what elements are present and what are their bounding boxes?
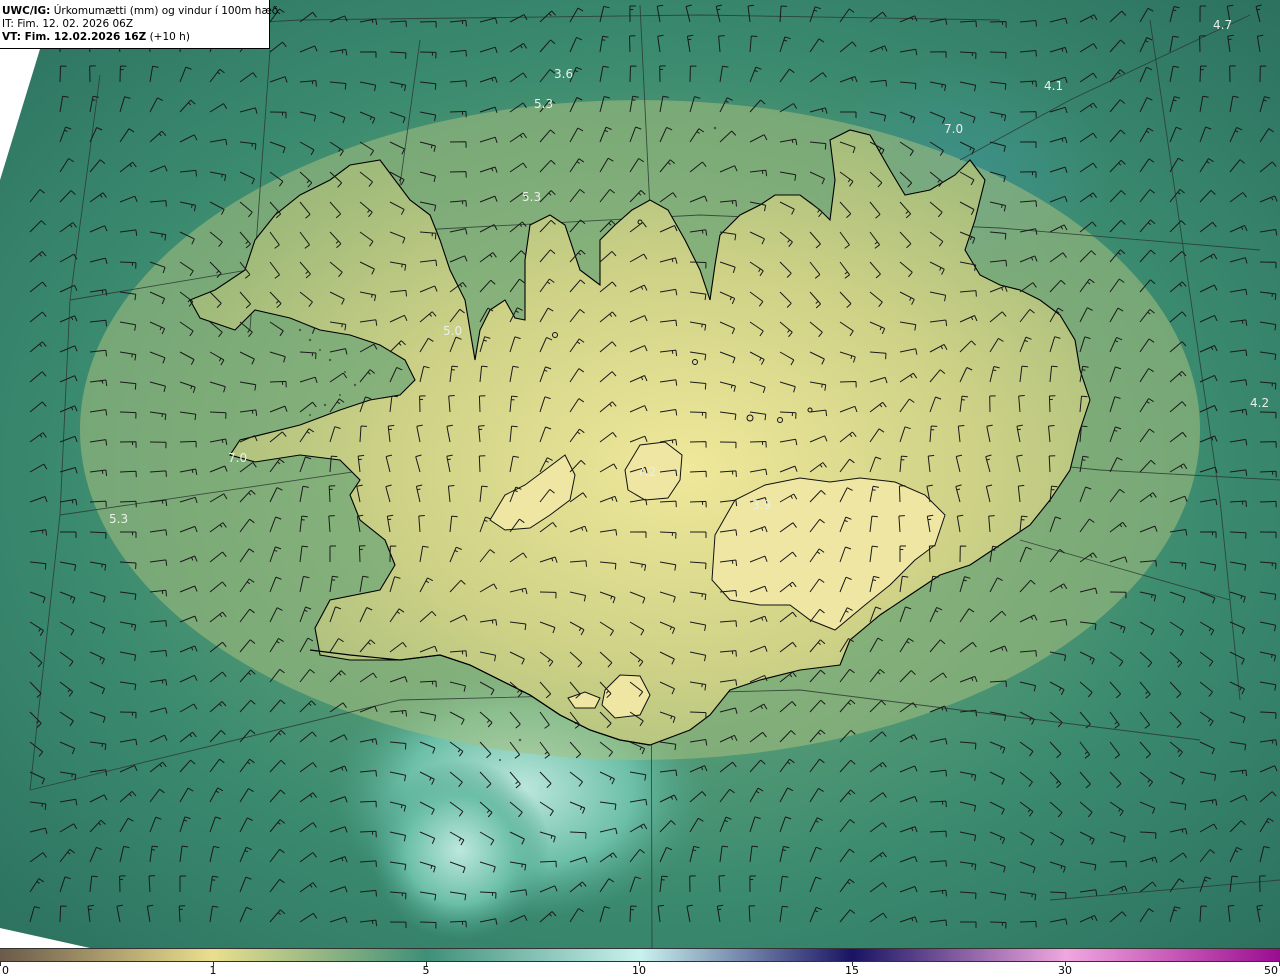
- colorbar-label: 15: [845, 964, 859, 977]
- init-time: IT: Fim. 12. 02. 2026 06Z: [2, 18, 134, 30]
- colorbar-tick: [0, 962, 1, 966]
- forecast-offset: (+10 h): [149, 31, 190, 43]
- valid-time: VT: Fim. 12.02.2026 16Z: [2, 31, 147, 43]
- value-label: 7.0: [228, 451, 247, 465]
- colorbar-label: 0: [2, 964, 9, 977]
- map-info-box: UWC/IG: Úrkomumætti (mm) og vindur í 100…: [0, 0, 278, 49]
- colorbar-label: 5: [422, 964, 430, 977]
- value-label: 7.0: [944, 122, 963, 136]
- title-line: UWC/IG: Úrkomumætti (mm) og vindur í 100…: [2, 5, 278, 18]
- low-precip-sea-area-core: [370, 760, 550, 940]
- value-label: 3.6: [554, 67, 573, 81]
- colorbar-label: 30: [1058, 964, 1072, 977]
- colorbar-label: 10: [632, 964, 646, 977]
- value-label: 4.7: [1213, 18, 1232, 32]
- value-label: 4.2: [1250, 396, 1269, 410]
- value-label: 5.3: [522, 190, 541, 204]
- value-label: 3.9: [752, 498, 771, 512]
- valid-time-line: VT: Fim. 12.02.2026 16Z (+10 h): [2, 31, 267, 44]
- colorbar-label: 1: [209, 964, 217, 977]
- model-label: UWC/IG:: [2, 5, 51, 17]
- precipitation-wind-map: 3.6 5.3 5.3 7.0 4.1 5.0 4.2 5.3 7.0 3.9 …: [0, 0, 1280, 948]
- value-label: 4.1: [1044, 79, 1063, 93]
- map-title: Úrkomumætti (mm) og vindur í 100m hæð: [53, 5, 279, 17]
- value-label: 7.2: [637, 465, 656, 479]
- value-label: 5.0: [443, 324, 462, 338]
- colorbar: 0 1 5 10 15 30 50: [0, 948, 1280, 978]
- value-label: 5.3: [534, 97, 553, 111]
- colorbar-label: 50: [1264, 964, 1278, 977]
- colorbar-strip: [0, 948, 1280, 962]
- value-label: 5.3: [109, 512, 128, 526]
